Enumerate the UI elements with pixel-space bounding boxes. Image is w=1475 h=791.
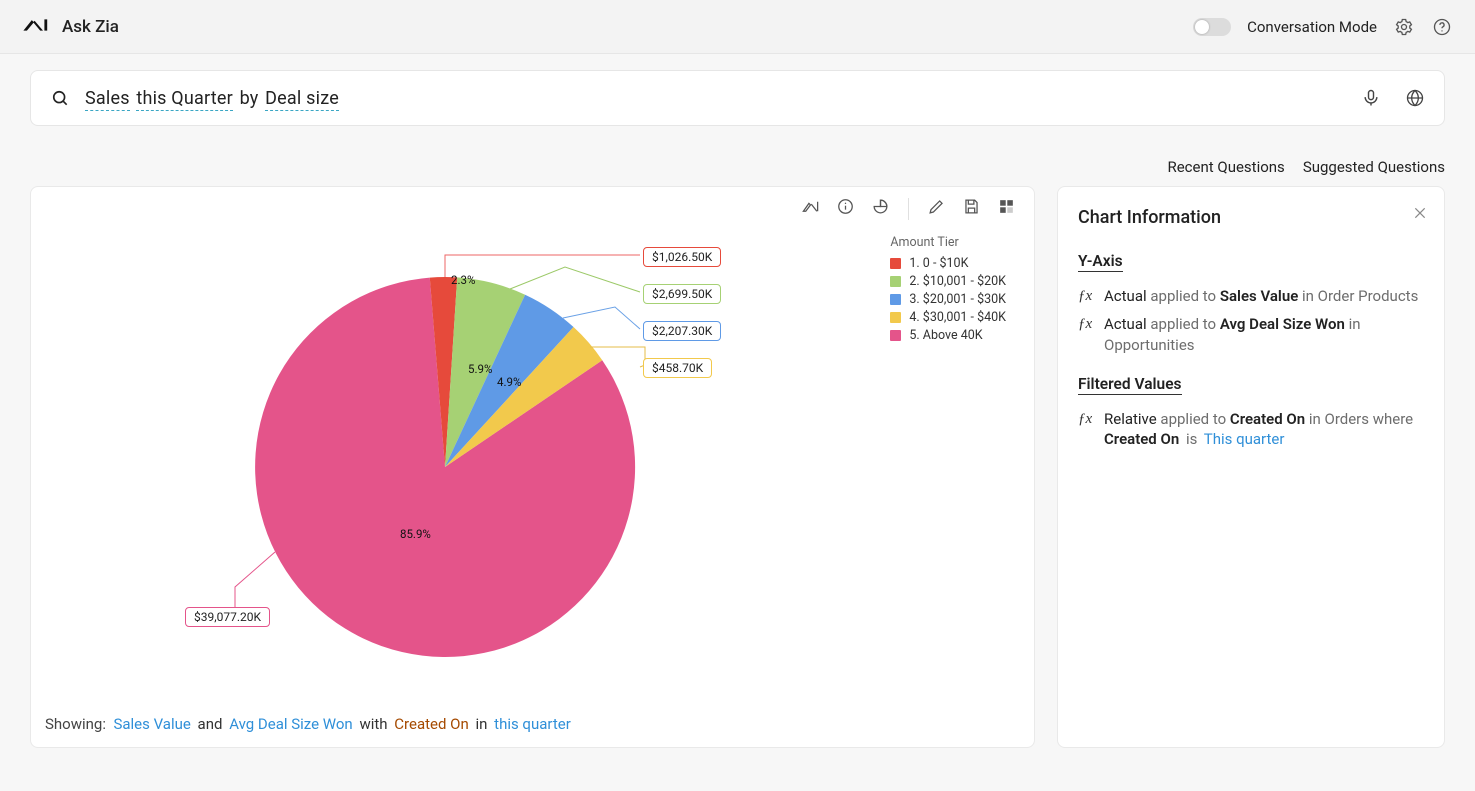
- pie-value-label: $1,026.50K: [643, 247, 721, 267]
- search-query: Sales this Quarter by Deal size: [85, 88, 1346, 109]
- query-token: by: [240, 88, 259, 109]
- conversation-mode-toggle[interactable]: [1193, 18, 1231, 36]
- grid-icon[interactable]: [997, 197, 1016, 220]
- mic-icon[interactable]: [1360, 87, 1382, 109]
- yaxis-row: ƒx Actual applied to Avg Deal Size Won i…: [1078, 314, 1424, 355]
- zia-icon[interactable]: [801, 197, 820, 220]
- yaxis-row: ƒx Actual applied to Sales Value in Orde…: [1078, 286, 1424, 306]
- search-icon: [49, 87, 71, 109]
- chart-info-panel: Chart Information Y-Axis ƒx Actual appli…: [1057, 186, 1445, 748]
- pie-value-label: $2,207.30K: [643, 321, 721, 341]
- chart-card: Amount Tier 1. 0 - $10K 2. $10,001 - $20…: [30, 186, 1035, 748]
- help-icon[interactable]: [1431, 16, 1453, 38]
- filter-row: ƒx Relative applied to Created On in Ord…: [1078, 409, 1424, 450]
- pie-pct: 5.9%: [468, 362, 492, 376]
- fx-icon: ƒx: [1078, 314, 1096, 334]
- save-icon[interactable]: [962, 197, 981, 220]
- filter-heading: Filtered Values: [1078, 375, 1182, 395]
- showing-summary: Showing: Sales Value and Avg Deal Size W…: [45, 715, 571, 733]
- gear-icon[interactable]: [1393, 16, 1415, 38]
- showing-created: Created On: [394, 715, 468, 733]
- conversation-mode-label: Conversation Mode: [1247, 18, 1377, 36]
- recent-questions-link[interactable]: Recent Questions: [1167, 158, 1284, 176]
- info-icon[interactable]: [836, 197, 855, 220]
- query-token: Sales: [85, 88, 130, 111]
- pie-value-label: $39,077.20K: [185, 607, 270, 627]
- pie-pct: 4.9%: [497, 375, 521, 389]
- chart-type-icon[interactable]: [871, 197, 890, 220]
- filter-quarter-link[interactable]: This quarter: [1204, 430, 1285, 448]
- edit-icon[interactable]: [927, 197, 946, 220]
- suggested-questions-link[interactable]: Suggested Questions: [1303, 158, 1445, 176]
- pie-pct: 2.3%: [451, 273, 475, 287]
- showing-sales-link[interactable]: Sales Value: [113, 715, 190, 733]
- pie-value-label: $458.70K: [643, 358, 712, 378]
- pie-pct: 85.9%: [400, 527, 431, 541]
- globe-icon[interactable]: [1404, 87, 1426, 109]
- query-token: this Quarter: [136, 88, 233, 111]
- showing-avg-link[interactable]: Avg Deal Size Won: [229, 715, 353, 733]
- page-title: Ask Zia: [62, 17, 119, 37]
- search-input[interactable]: Sales this Quarter by Deal size: [30, 70, 1445, 126]
- close-icon[interactable]: [1412, 205, 1428, 225]
- info-title: Chart Information: [1078, 207, 1424, 228]
- yaxis-heading: Y-Axis: [1078, 252, 1123, 272]
- fx-icon: ƒx: [1078, 286, 1096, 306]
- query-token: Deal size: [265, 88, 339, 111]
- showing-quarter-link[interactable]: this quarter: [494, 715, 571, 733]
- pie-chart: 2.3% 5.9% 4.9% 85.9% $1,026.50K $2,699.5…: [45, 237, 1020, 677]
- zia-logo-icon: [22, 15, 50, 39]
- fx-icon: ƒx: [1078, 409, 1096, 429]
- pie-value-label: $2,699.50K: [643, 284, 721, 304]
